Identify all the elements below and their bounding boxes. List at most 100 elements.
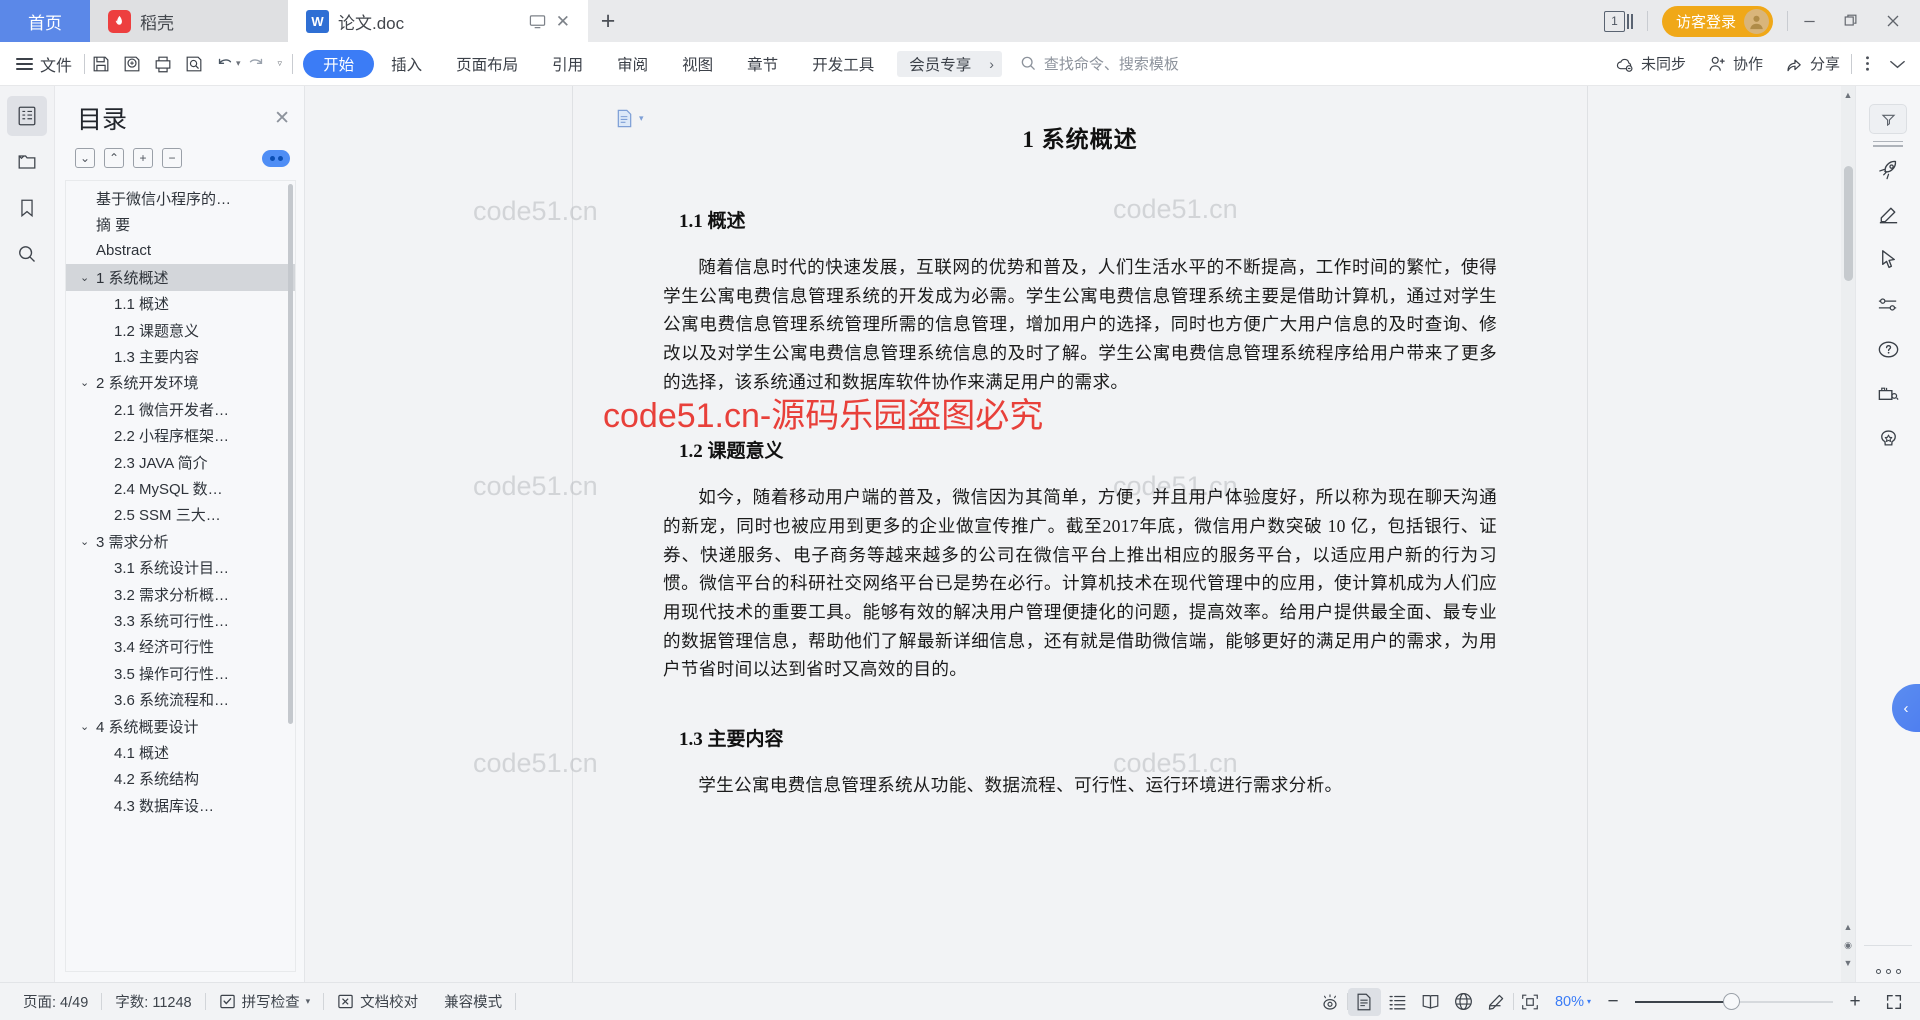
toc-item[interactable]: ⌄ 3 需求分析 bbox=[66, 528, 295, 554]
ribbon-tab-view[interactable]: 视图 bbox=[665, 50, 730, 78]
chevron-down-icon[interactable]: ⌄ bbox=[80, 271, 96, 284]
sidebar-item-toc[interactable] bbox=[7, 96, 47, 136]
section-break-icon[interactable]: ▾ bbox=[615, 108, 644, 129]
toc-list[interactable]: 基于微信小程序的… 摘 要 Abstract ⌄ 1 系统概述 1.1 概述 1.2 课题意… bbox=[66, 181, 295, 971]
toc-item[interactable]: 3.5 操作可行性… bbox=[66, 660, 295, 686]
maximize-button[interactable] bbox=[1830, 0, 1872, 42]
toc-item[interactable]: 2.1 微信开发者… bbox=[66, 396, 295, 422]
undo-dropdown-caret[interactable]: ▾ bbox=[236, 58, 241, 69]
ribbon-tab-page-layout[interactable]: 页面布局 bbox=[439, 50, 535, 78]
fit-page-icon[interactable] bbox=[1514, 988, 1547, 1016]
collapse-up-icon[interactable]: ⌃ bbox=[104, 148, 124, 168]
cursor-icon[interactable] bbox=[1868, 239, 1908, 279]
print-preview-icon[interactable] bbox=[178, 48, 209, 79]
spellcheck-button[interactable]: 拼写检查 ▾ bbox=[206, 991, 324, 1012]
ribbon-tab-references[interactable]: 引用 bbox=[535, 50, 600, 78]
fullscreen-icon[interactable] bbox=[1877, 988, 1910, 1016]
collapse-all-icon[interactable]: − bbox=[162, 148, 182, 168]
toc-item[interactable]: 2.2 小程序框架… bbox=[66, 423, 295, 449]
scroll-page-select-icon[interactable]: ◉ bbox=[1841, 938, 1855, 952]
ribbon-tab-insert[interactable]: 插入 bbox=[374, 50, 439, 78]
toc-item[interactable]: ⌄ 2 系统开发环境 bbox=[66, 370, 295, 396]
quick-access-caret[interactable]: ▿ bbox=[278, 58, 283, 69]
collapse-right-panel-button[interactable]: ‹ bbox=[1892, 684, 1920, 732]
tab-present-icon[interactable] bbox=[529, 13, 546, 30]
toc-item[interactable]: 4.3 数据库设… bbox=[66, 792, 295, 818]
outline-view-icon[interactable] bbox=[1381, 988, 1414, 1016]
ai-brain-icon[interactable] bbox=[1868, 419, 1908, 459]
toc-item[interactable]: 1.2 课题意义 bbox=[66, 317, 295, 343]
document-scroll-thumb[interactable] bbox=[1844, 166, 1853, 281]
ribbon-search[interactable]: 查找命令、搜索模板 bbox=[1020, 53, 1179, 74]
toc-item[interactable]: ⌄ 4 系统概要设计 bbox=[66, 713, 295, 739]
page-view-icon[interactable] bbox=[1347, 987, 1381, 1016]
toc-item[interactable]: 摘 要 bbox=[66, 211, 295, 237]
zoom-out-button[interactable]: − bbox=[1602, 991, 1624, 1013]
collaborate-button[interactable]: 协作 bbox=[1697, 48, 1774, 80]
chevron-right-icon[interactable]: › bbox=[981, 56, 1002, 72]
web-view-icon[interactable] bbox=[1447, 988, 1480, 1016]
share-button[interactable]: 分享 bbox=[1774, 48, 1851, 80]
expand-all-icon[interactable]: + bbox=[133, 148, 153, 168]
sync-status-button[interactable]: 未同步 bbox=[1604, 48, 1697, 80]
chevron-down-icon[interactable]: ⌄ bbox=[80, 376, 96, 389]
toc-item[interactable]: 4.2 系统结构 bbox=[66, 766, 295, 792]
save-icon[interactable] bbox=[85, 48, 116, 79]
more-dots-icon[interactable] bbox=[1875, 969, 1901, 974]
tab-document[interactable]: W 论文.doc ✕ bbox=[288, 0, 588, 42]
toc-item[interactable]: 4.1 概述 bbox=[66, 739, 295, 765]
document-area[interactable]: code51.cn code51.cn code51.cn code51.cn … bbox=[305, 86, 1855, 982]
toc-item[interactable]: 1.1 概述 bbox=[66, 291, 295, 317]
sidebar-item-search[interactable] bbox=[7, 234, 47, 274]
ribbon-tab-review[interactable]: 审阅 bbox=[600, 50, 665, 78]
collapse-ribbon-icon[interactable] bbox=[1882, 48, 1912, 80]
reading-view-icon[interactable] bbox=[1414, 988, 1447, 1016]
chevron-down-icon[interactable]: ⌄ bbox=[80, 720, 96, 733]
tab-home[interactable]: 首页 bbox=[0, 0, 90, 42]
toc-item[interactable]: 基于微信小程序的… bbox=[66, 185, 295, 211]
toc-item[interactable]: Abstract bbox=[66, 238, 295, 264]
scroll-up-icon[interactable]: ▲ bbox=[1841, 88, 1855, 102]
toc-item[interactable]: 3.4 经济可行性 bbox=[66, 634, 295, 660]
ribbon-tab-vip[interactable]: 会员专享 › bbox=[897, 50, 1002, 77]
zoom-in-button[interactable]: + bbox=[1844, 991, 1866, 1013]
toc-item[interactable]: 3.6 系统流程和… bbox=[66, 686, 295, 712]
toc-item[interactable]: 2.3 JAVA 简介 bbox=[66, 449, 295, 475]
filter-down-icon[interactable] bbox=[1869, 104, 1907, 134]
ocr-icon[interactable] bbox=[1868, 374, 1908, 414]
toc-item[interactable]: 2.4 MySQL 数… bbox=[66, 475, 295, 501]
sidebar-item-thumbnails[interactable] bbox=[7, 142, 47, 182]
rocket-icon[interactable] bbox=[1868, 149, 1908, 189]
paragraph-1-3[interactable]: 学生公寓电费信息管理系统从功能、数据流程、可行性、运行环境进行需求分析。 bbox=[663, 771, 1497, 800]
brush-icon[interactable] bbox=[1868, 194, 1908, 234]
document-scrollbar[interactable]: ▲ ▲ ◉ ▼ bbox=[1841, 86, 1855, 982]
new-tab-button[interactable]: + bbox=[588, 0, 628, 42]
toc-item[interactable]: 2.5 SSM 三大… bbox=[66, 502, 295, 528]
tab-docer[interactable]: 稻壳 bbox=[90, 0, 288, 42]
toc-item[interactable]: 3.2 需求分析概… bbox=[66, 581, 295, 607]
sliders-icon[interactable] bbox=[1868, 284, 1908, 324]
guest-login-button[interactable]: 访客登录 bbox=[1661, 5, 1773, 37]
proofread-button[interactable]: 文档校对 bbox=[324, 991, 431, 1012]
toc-item[interactable]: 3.1 系统设计目… bbox=[66, 554, 295, 580]
ribbon-tab-start[interactable]: 开始 bbox=[303, 49, 375, 78]
ribbon-tab-section[interactable]: 章节 bbox=[730, 50, 795, 78]
page-content[interactable]: ▾ 1 系统概述 1.1 概述 随着信息时代的快速发展，互联网的优势和普及，人们… bbox=[573, 86, 1587, 800]
toc-scrollbar[interactable] bbox=[288, 184, 293, 724]
page-count-indicator[interactable]: 1 bbox=[1590, 10, 1647, 32]
sidebar-item-bookmark[interactable] bbox=[7, 188, 47, 228]
toc-close-icon[interactable]: ✕ bbox=[274, 109, 290, 128]
minimize-button[interactable] bbox=[1788, 0, 1830, 42]
tab-close-icon[interactable]: ✕ bbox=[556, 13, 570, 30]
file-menu-button[interactable]: 文件 bbox=[8, 52, 84, 76]
document-page[interactable]: code51.cn code51.cn code51.cn code51.cn … bbox=[473, 86, 1588, 982]
zoom-slider-knob[interactable] bbox=[1723, 993, 1740, 1010]
expand-down-icon[interactable]: ⌄ bbox=[75, 148, 95, 168]
chevron-down-icon[interactable]: ⌄ bbox=[80, 535, 96, 548]
save-as-cloud-icon[interactable] bbox=[116, 48, 147, 79]
scroll-prev-page-icon[interactable]: ▲ bbox=[1841, 920, 1855, 934]
paragraph-1-1[interactable]: 随着信息时代的快速发展，互联网的优势和普及，人们生活水平的不断提高，工作时间的繁… bbox=[663, 253, 1497, 396]
eye-icon[interactable] bbox=[1314, 988, 1347, 1016]
ribbon-tab-developer[interactable]: 开发工具 bbox=[795, 50, 891, 78]
zoom-slider[interactable] bbox=[1635, 993, 1833, 1010]
